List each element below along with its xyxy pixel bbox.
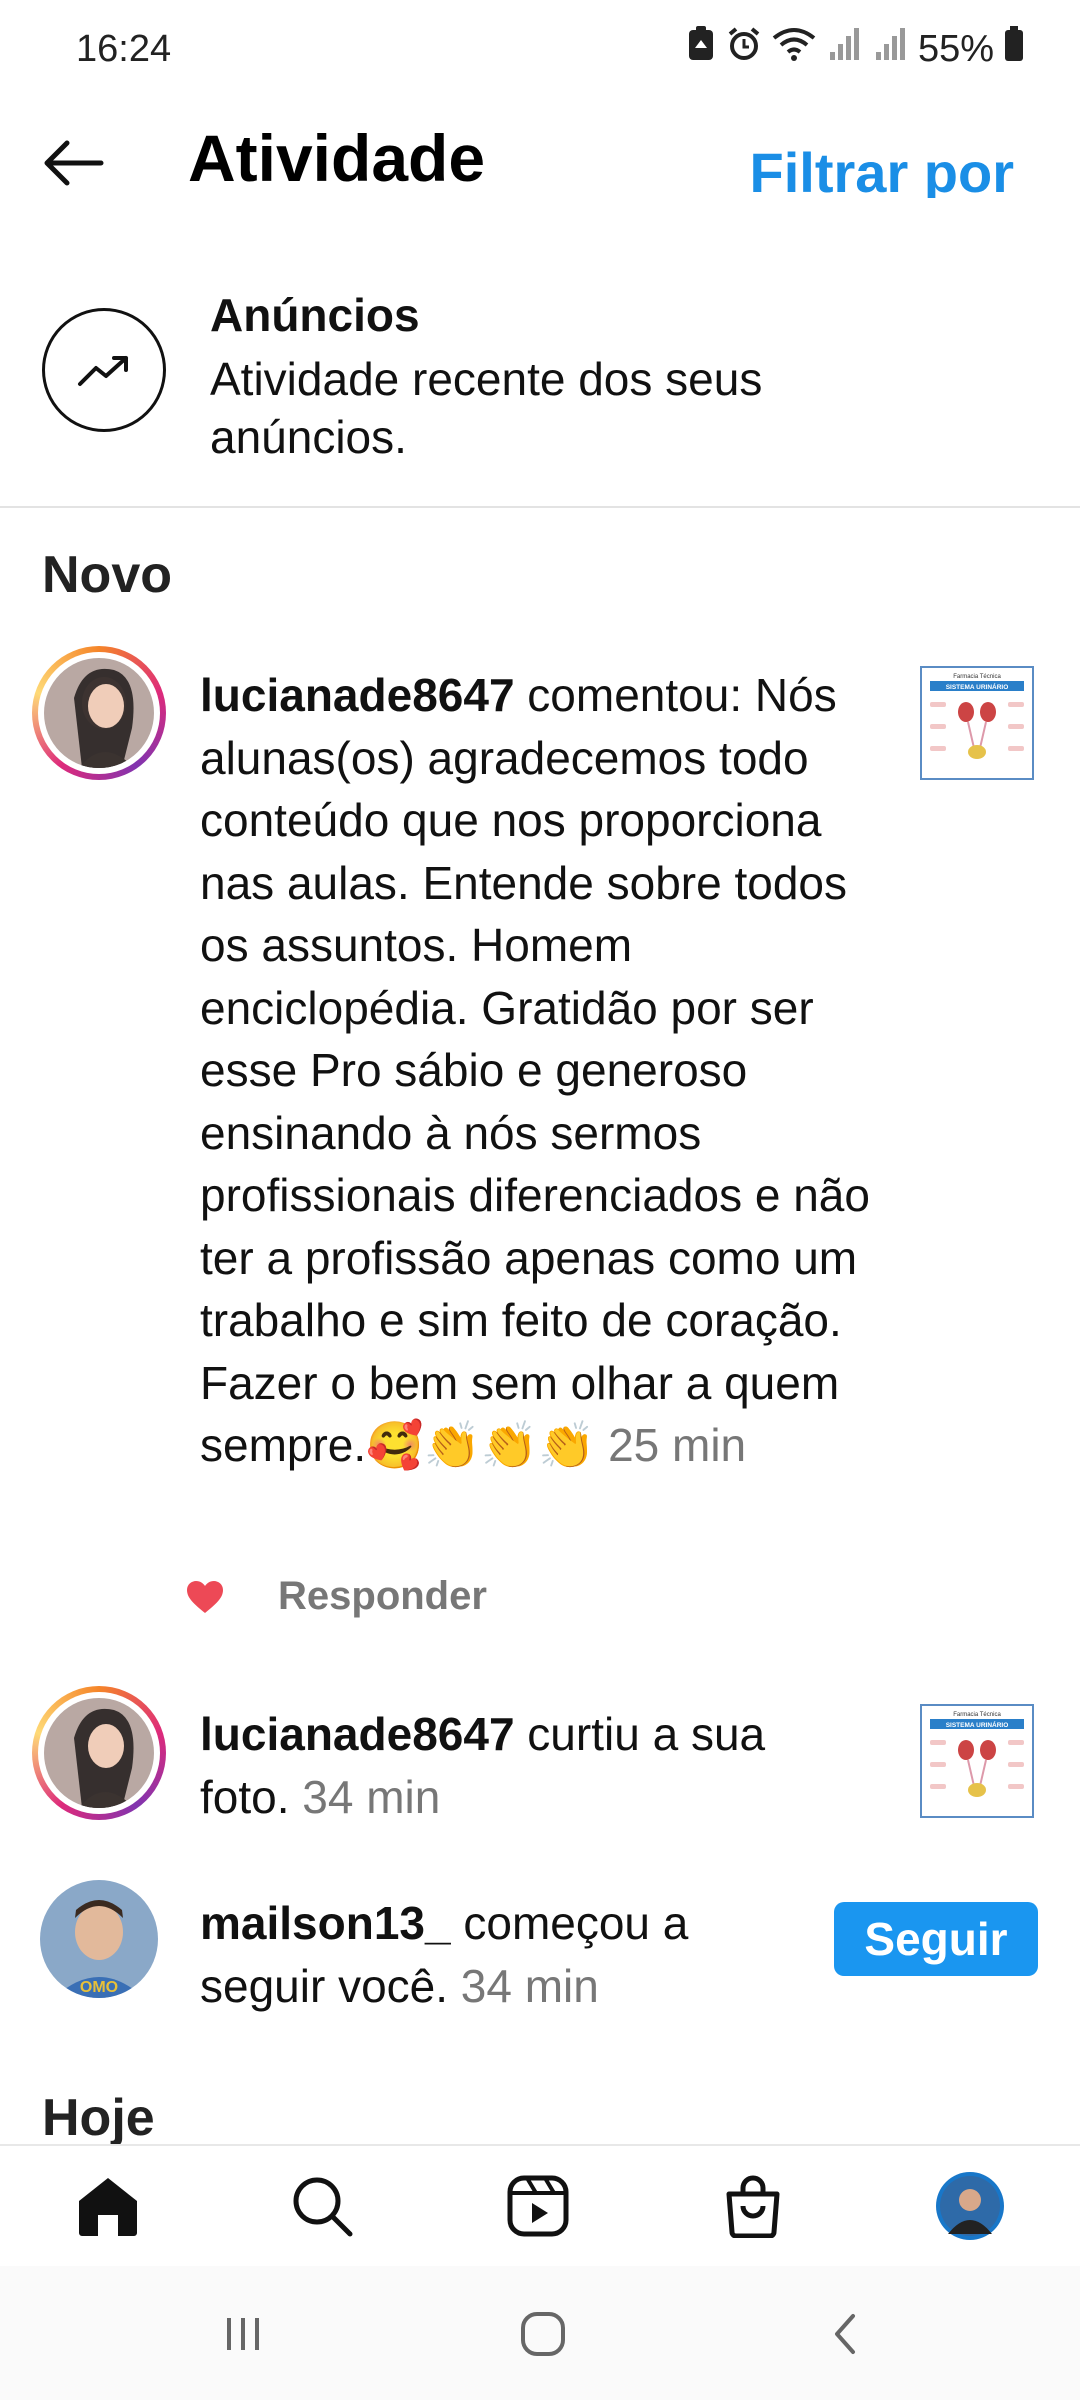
alarm-icon (726, 26, 762, 72)
thumbnail-heading: Farmacia Técnica (953, 1712, 1001, 1718)
avatar (44, 658, 154, 768)
signal-icon (826, 26, 862, 72)
back-system-button[interactable] (810, 2306, 880, 2366)
battery-icon (1004, 26, 1024, 72)
home-circle-icon (519, 2310, 567, 2363)
nav-shop[interactable] (713, 2168, 793, 2248)
reels-icon (507, 2175, 569, 2242)
timestamp: 25 min (608, 1419, 747, 1471)
recents-button[interactable] (208, 2306, 278, 2366)
post-thumbnail[interactable]: Farmacia Técnica SISTEMA URINÁRIO (920, 666, 1034, 780)
bottom-navigation (0, 2144, 1080, 2266)
comment-notification-text[interactable]: lucianade8647 comentou: Nós alunas(os) a… (200, 664, 880, 1477)
thumbnail-heading: Farmacia Técnica (953, 674, 1001, 680)
username[interactable]: mailson13_ (200, 1897, 451, 1949)
follow-notification-text[interactable]: mailson13_ começou a seguir você. 34 min (200, 1892, 810, 2017)
status-time: 16:24 (76, 28, 172, 70)
battery-percent: 55% (917, 27, 994, 70)
page-title: Atividade (188, 121, 486, 195)
ads-description: Atividade recente dos seus anúncios. (210, 353, 763, 463)
ads-title[interactable]: Anúncios (210, 288, 420, 342)
post-thumbnail[interactable]: Farmacia Técnica SISTEMA URINÁRIO (920, 1704, 1034, 1818)
ads-trend-icon[interactable] (42, 308, 166, 432)
nav-home[interactable] (68, 2168, 148, 2248)
avatar-story-ring[interactable] (32, 1686, 166, 1820)
divider (0, 506, 1080, 508)
profile-avatar (934, 2170, 1006, 2247)
section-new-heading: Novo (42, 546, 172, 604)
avatar-story-ring[interactable] (32, 646, 166, 780)
like-heart-icon[interactable] (186, 1580, 224, 1619)
follow-button[interactable]: Seguir (834, 1902, 1038, 1976)
nav-search[interactable] (282, 2168, 362, 2248)
search-icon (290, 2174, 354, 2243)
status-icons: 55% (686, 26, 1024, 72)
comment-text: comentou: Nós alunas(os) agradecemos tod… (200, 669, 870, 1471)
like-notification-text[interactable]: lucianade8647 curtiu a sua foto. 34 min (200, 1703, 840, 1828)
back-chevron-icon (825, 2310, 865, 2363)
home-icon (75, 2175, 141, 2242)
signal-icon-2 (872, 26, 908, 72)
nav-reels[interactable] (498, 2168, 578, 2248)
section-today-heading: Hoje (42, 2089, 155, 2147)
wifi-icon (772, 26, 816, 72)
recycle-icon (686, 26, 716, 72)
thumbnail-banner: SISTEMA URINÁRIO (946, 682, 1009, 691)
nav-profile[interactable] (930, 2168, 1010, 2248)
avatar[interactable]: OMO (40, 1880, 158, 1998)
recents-icon (221, 2312, 265, 2361)
home-system-button[interactable] (508, 2306, 578, 2366)
username[interactable]: lucianade8647 (200, 1708, 515, 1760)
back-button[interactable] (38, 130, 108, 200)
avatar (44, 1698, 154, 1808)
filter-button[interactable]: Filtrar por (750, 140, 1014, 198)
thumbnail-banner: SISTEMA URINÁRIO (946, 1720, 1009, 1729)
svg-text:OMO: OMO (80, 1979, 118, 1996)
username[interactable]: lucianade8647 (200, 669, 515, 721)
system-navigation (0, 2266, 1080, 2400)
reply-button[interactable]: Responder (278, 1574, 487, 1619)
timestamp: 34 min (460, 1959, 599, 2012)
shop-icon (723, 2174, 783, 2243)
timestamp: 34 min (302, 1770, 441, 1823)
back-arrow-icon (41, 139, 105, 192)
